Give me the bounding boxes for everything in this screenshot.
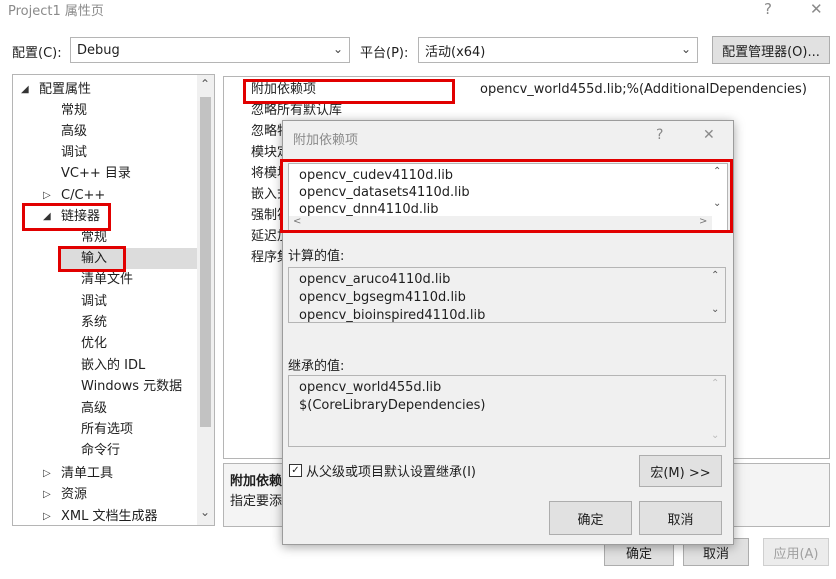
computed-line: opencv_bgsegm4110d.lib [299,290,466,305]
grid-row-additional-deps[interactable]: 附加依赖项 opencv_world455d.lib;%(AdditionalD… [224,80,829,100]
tree-node-cpp[interactable]: ▷ C/C++ [43,185,105,206]
inherit-checkbox-label[interactable]: 从父级或项目默认设置继承(I) [306,461,476,480]
edit-line[interactable]: opencv_cudev4110d.lib [299,168,453,183]
scroll-up-icon[interactable]: ⌃ [711,270,719,281]
inherited-line: opencv_world455d.lib [299,380,442,395]
collapse-arrow-icon[interactable]: ◢ [21,79,29,100]
tree-item-command-line[interactable]: 命令行 [81,440,120,461]
expand-arrow-icon[interactable]: ▷ [43,484,51,505]
computed-label: 计算的值: [288,249,345,264]
tree-item-linker-general[interactable]: 常规 [81,227,107,248]
tree-node-manifest-tool[interactable]: ▷ 清单工具 [43,463,113,484]
chevron-down-icon: ⌄ [680,42,691,56]
apply-button[interactable]: 应用(A) [763,538,829,566]
tree-item-embedded-idl[interactable]: 嵌入的 IDL [81,355,145,376]
description-title: 附加依赖 [230,474,283,489]
tree-item-linker-input[interactable]: 输入 [61,248,199,269]
help-icon[interactable]: ? [656,127,663,143]
additional-deps-value[interactable]: opencv_world455d.lib;%(AdditionalDepende… [480,80,807,100]
tree-item-linker-advanced[interactable]: 高级 [81,398,107,419]
tree-node-xml-doc[interactable]: ▷ XML 文档生成器 [43,506,158,525]
scroll-down-icon[interactable]: ⌄ [711,304,719,315]
grid-row[interactable]: 忽略所有默认库 [224,101,829,121]
expand-arrow-icon[interactable]: ▷ [43,506,51,525]
scroll-up-icon[interactable]: ⌃ [200,77,210,91]
computed-line: opencv_aruco4110d.lib [299,272,451,287]
inherited-line: $(CoreLibraryDependencies) [299,398,486,413]
tree-item-advanced[interactable]: 高级 [61,121,87,142]
platform-value: 活动(x64) [425,44,486,60]
property-tree[interactable]: ◢ 配置属性 常规 高级 调试 VC++ 目录 ▷ C/C++ ◢ 链接器 常规 输入… [12,74,215,526]
config-value: Debug [77,42,120,58]
tree-item-windows-metadata[interactable]: Windows 元数据 [81,376,182,397]
edit-vscroll[interactable]: ⌃ ⌄ [710,164,727,230]
tree-item-manifest-file[interactable]: 清单文件 [81,269,133,290]
tree-item-general[interactable]: 常规 [61,100,87,121]
dialog-ok-button[interactable]: 确定 [549,501,632,535]
scroll-down-icon[interactable]: ⌄ [200,505,210,519]
dialog-cancel-button[interactable]: 取消 [639,501,722,535]
inherit-checkbox[interactable]: ✓ [289,464,302,477]
edit-line[interactable]: opencv_dnn4110d.lib [299,202,438,217]
platform-label: 平台(P): [360,46,409,61]
tree-item-debugging[interactable]: 调试 [61,142,87,163]
tree-item-system[interactable]: 系统 [81,312,107,333]
config-label: 配置(C): [12,46,62,61]
tree-item-vc-directories[interactable]: VC++ 目录 [61,163,131,184]
scroll-down-icon[interactable]: ⌄ [713,198,721,209]
platform-dropdown[interactable]: 活动(x64) ⌄ [418,37,698,63]
scroll-up-icon: ⌃ [711,378,720,389]
scroll-down-icon: ⌄ [711,430,720,441]
chevron-down-icon: ⌄ [332,42,343,56]
expand-arrow-icon[interactable]: ▷ [43,463,51,484]
inherited-vscroll: ⌃ ⌄ [708,376,725,446]
computed-line: opencv_bioinspired4110d.lib [299,308,486,323]
inherit-checkbox-row[interactable]: ✓ 从父级或项目默认设置继承(I) [289,461,476,480]
tree-node-linker[interactable]: ◢ 链接器 [43,206,100,227]
computed-vscroll[interactable]: ⌃ ⌄ [708,268,725,322]
collapse-arrow-icon[interactable]: ◢ [43,206,51,227]
close-icon[interactable]: ✕ [703,127,715,143]
edit-line[interactable]: opencv_datasets4110d.lib [299,185,470,200]
expand-arrow-icon[interactable]: ▷ [43,185,51,206]
dialog-title: 附加依赖项 [293,133,359,148]
macro-button[interactable]: 宏(M) >> [639,455,722,487]
computed-values-box: opencv_aruco4110d.lib opencv_bgsegm4110d… [288,267,726,323]
tree-item-linker-debugging[interactable]: 调试 [81,291,107,312]
config-dropdown[interactable]: Debug ⌄ [70,37,350,63]
tree-node-config-props[interactable]: ◢ 配置属性 [21,79,91,100]
help-icon[interactable]: ? [764,0,772,18]
close-icon[interactable]: ✕ [810,0,823,18]
description-text: 指定要添 [230,494,283,509]
scroll-left-icon[interactable]: < [293,216,301,227]
inherited-values-box: opencv_world455d.lib $(CoreLibraryDepend… [288,375,726,447]
edit-hscroll[interactable]: < > [289,216,712,230]
tree-node-resources[interactable]: ▷ 资源 [43,484,87,505]
scroll-up-icon[interactable]: ⌃ [713,166,721,177]
additional-deps-dialog: 附加依赖项 ? ✕ opencv_cudev4110d.lib opencv_d… [280,120,734,545]
tree-item-optimization[interactable]: 优化 [81,333,107,354]
config-manager-button[interactable]: 配置管理器(O)... [712,36,830,64]
tree-item-all-options[interactable]: 所有选项 [81,419,133,440]
scrollbar-thumb[interactable] [200,97,211,427]
window-title: Project1 属性页 [8,4,104,19]
scroll-right-icon[interactable]: > [699,216,707,227]
deps-edit-box[interactable]: opencv_cudev4110d.lib opencv_datasets411… [288,163,728,231]
inherited-label: 继承的值: [288,359,345,374]
tree-scrollbar[interactable]: ⌃ ⌄ [197,75,214,525]
